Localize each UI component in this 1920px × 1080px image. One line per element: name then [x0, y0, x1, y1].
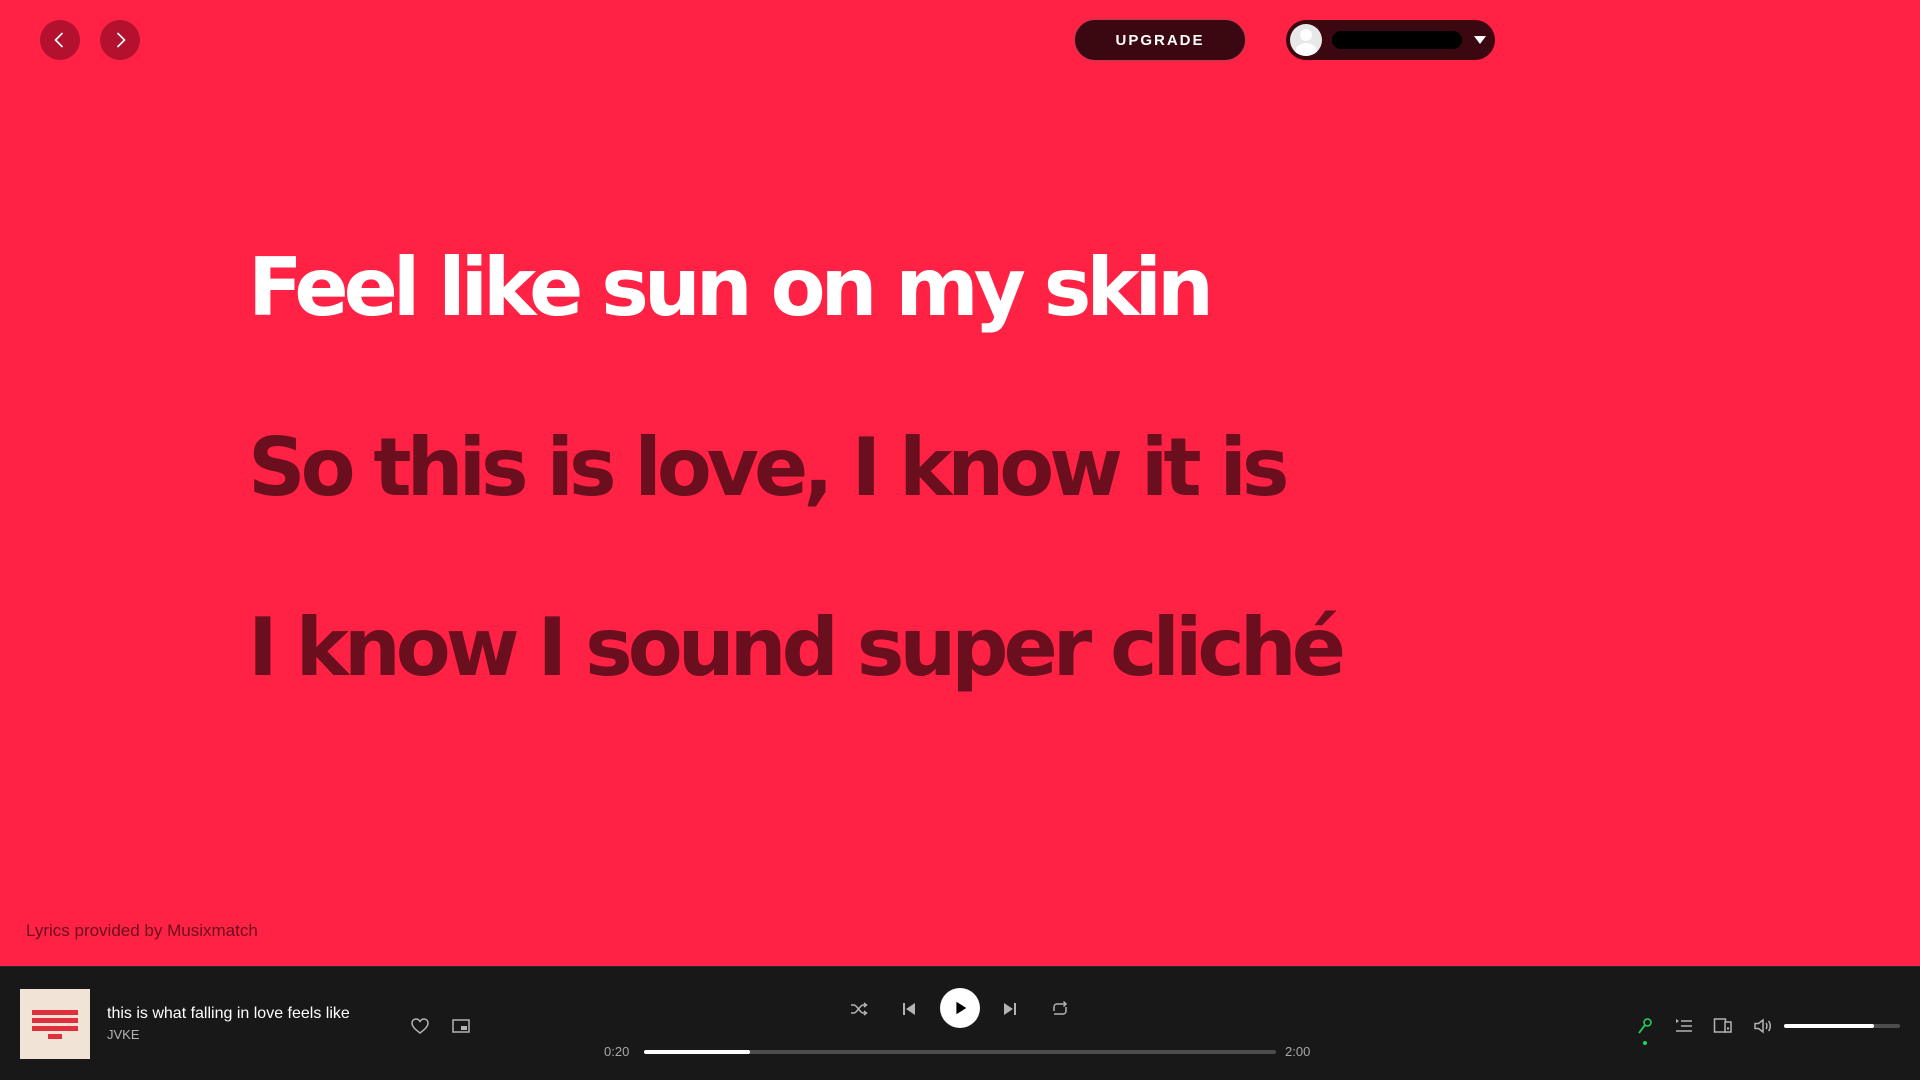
- connect-device-button[interactable]: [1711, 1014, 1735, 1038]
- time-elapsed: 0:20: [604, 1044, 630, 1059]
- album-art-graphic: [32, 1025, 78, 1031]
- shuffle-icon: [851, 1002, 868, 1016]
- picture-in-picture-button[interactable]: [449, 1014, 473, 1038]
- next-button[interactable]: [998, 997, 1022, 1021]
- picture-in-picture-icon: [452, 1019, 470, 1033]
- previous-button[interactable]: [897, 997, 921, 1021]
- upgrade-button[interactable]: UPGRADE: [1074, 19, 1246, 61]
- lyric-line-next[interactable]: So this is love, I know it is: [248, 428, 1289, 508]
- repeat-button[interactable]: [1048, 997, 1072, 1021]
- lyrics-view: UPGRADE Feel like sun on my skin So this…: [0, 0, 1920, 966]
- volume-slider[interactable]: [1784, 1024, 1900, 1028]
- album-art-graphic: [48, 1033, 62, 1039]
- album-art-graphic: [32, 1017, 78, 1023]
- progress-fill: [644, 1050, 750, 1054]
- skip-back-icon: [903, 1003, 915, 1015]
- chevron-right-icon: [116, 32, 126, 48]
- lyrics-credit: Lyrics provided by Musixmatch: [26, 921, 258, 940]
- play-icon: [956, 1001, 967, 1015]
- user-name-redacted: [1332, 31, 1462, 49]
- queue-button[interactable]: [1672, 1014, 1696, 1038]
- album-art[interactable]: [20, 989, 90, 1059]
- lyrics-active-indicator: [1643, 1041, 1647, 1045]
- album-art-graphic: [32, 1009, 78, 1015]
- queue-icon: [1676, 1019, 1692, 1032]
- time-total: 2:00: [1285, 1044, 1311, 1059]
- repeat-icon: [1053, 1000, 1068, 1015]
- volume-icon: [1754, 1018, 1771, 1034]
- avatar: [1290, 24, 1322, 56]
- microphone-icon: [1638, 1018, 1652, 1034]
- skip-forward-icon: [1004, 1003, 1016, 1015]
- devices-icon: [1713, 1018, 1732, 1033]
- player-bar: this is what falling in love feels like …: [0, 966, 1920, 1080]
- user-menu-button[interactable]: [1286, 20, 1495, 60]
- track-artist[interactable]: JVKE: [107, 1027, 140, 1042]
- track-title[interactable]: this is what falling in love feels like: [107, 1005, 350, 1023]
- lyric-line-upcoming[interactable]: I know I sound super cliché: [248, 608, 1346, 688]
- like-button[interactable]: [408, 1014, 432, 1038]
- volume-fill: [1784, 1024, 1875, 1028]
- chevron-left-icon: [54, 32, 64, 48]
- forward-button[interactable]: [100, 20, 140, 60]
- caret-down-icon: [1474, 36, 1486, 44]
- mute-button[interactable]: [1751, 1014, 1775, 1038]
- play-button[interactable]: [940, 988, 980, 1028]
- heart-icon: [411, 1018, 429, 1034]
- progress-bar[interactable]: [644, 1050, 1276, 1054]
- lyric-line-current[interactable]: Feel like sun on my skin: [248, 248, 1214, 328]
- back-button[interactable]: [40, 20, 80, 60]
- shuffle-button[interactable]: [847, 997, 871, 1021]
- lyrics-button[interactable]: [1633, 1014, 1657, 1038]
